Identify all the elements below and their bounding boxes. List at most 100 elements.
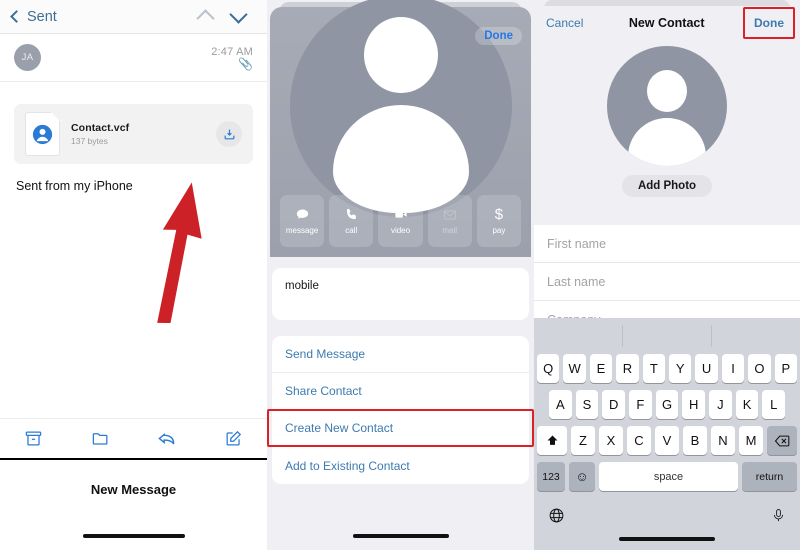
download-button[interactable] <box>216 121 242 147</box>
message-body: Contact.vcf 137 bytes Sent from my iPhon… <box>0 82 267 193</box>
option-share-contact[interactable]: Share Contact <box>272 373 529 410</box>
message-header-row: JA 2:47 AM 📎 <box>0 34 267 82</box>
contact-avatar-placeholder[interactable] <box>607 46 727 166</box>
suggestion-slot-2[interactable] <box>623 318 711 354</box>
mail-toolbar <box>0 418 267 458</box>
action-message-label: message <box>285 226 319 235</box>
return-key[interactable]: return <box>742 462 797 491</box>
download-icon <box>224 129 234 139</box>
option-send-message[interactable]: Send Message <box>272 336 529 373</box>
option-share-contact-label: Share Contact <box>285 384 362 398</box>
mobile-number-field[interactable]: mobile <box>272 268 529 320</box>
key-t[interactable]: T <box>642 354 665 383</box>
key-y[interactable]: Y <box>669 354 692 383</box>
backspace-key[interactable] <box>767 426 797 455</box>
key-f[interactable]: F <box>629 390 652 419</box>
key-l[interactable]: L <box>762 390 786 419</box>
first-name-field[interactable]: First name <box>534 225 800 263</box>
panel-new-contact-form: Cancel New Contact Done Add Photo First … <box>534 0 800 550</box>
space-key[interactable]: space <box>599 462 738 491</box>
action-pay[interactable]: $ pay <box>476 195 522 247</box>
chevron-up-icon[interactable] <box>196 9 215 28</box>
avatar-head-shape <box>647 70 687 112</box>
action-mail: mail <box>427 195 472 247</box>
mail-icon <box>443 209 456 220</box>
key-g[interactable]: G <box>655 390 679 419</box>
done-button-wrapper: Done <box>743 7 795 39</box>
key-x[interactable]: X <box>599 426 623 455</box>
chevron-left-icon <box>10 10 23 23</box>
key-d[interactable]: D <box>602 390 625 419</box>
keyboard-row-2: A S D F G H J K L <box>537 390 797 419</box>
page-title: New Contact <box>628 16 705 30</box>
key-q[interactable]: Q <box>536 354 560 383</box>
backspace-delete-icon <box>774 435 789 446</box>
key-h[interactable]: H <box>682 390 706 419</box>
folder-icon[interactable] <box>91 429 110 448</box>
red-arrow-annotation <box>157 182 202 323</box>
key-i[interactable]: I <box>721 354 745 383</box>
action-message[interactable]: message <box>280 195 325 247</box>
numbers-key[interactable]: 123 <box>537 462 565 491</box>
attachment-card[interactable]: Contact.vcf 137 bytes <box>14 104 253 164</box>
attachment-text-group: Contact.vcf 137 bytes <box>71 122 205 146</box>
key-o[interactable]: O <box>748 354 771 383</box>
suggestion-slot-1[interactable] <box>534 318 622 354</box>
key-a[interactable]: A <box>548 390 572 419</box>
archive-icon[interactable] <box>24 429 43 448</box>
key-c[interactable]: C <box>627 426 651 455</box>
phone-icon <box>346 208 356 220</box>
cancel-button[interactable]: Cancel <box>546 16 583 30</box>
back-label: Sent <box>27 8 57 25</box>
microphone-icon[interactable] <box>771 507 786 529</box>
key-j[interactable]: J <box>709 390 732 419</box>
globe-language-icon[interactable] <box>548 507 565 529</box>
document-thumbnail <box>25 112 60 156</box>
key-v[interactable]: V <box>655 426 679 455</box>
attachment-filename: Contact.vcf <box>71 122 130 134</box>
key-u[interactable]: U <box>695 354 718 383</box>
key-w[interactable]: W <box>563 354 586 383</box>
key-r[interactable]: R <box>616 354 639 383</box>
option-create-new-contact-label: Create New Contact <box>285 421 394 435</box>
key-n[interactable]: N <box>711 426 735 455</box>
keyboard-row-1: Q W E R T Y U I O P <box>536 354 798 383</box>
shift-up-arrow-icon <box>547 435 557 445</box>
option-create-new-contact[interactable]: Create New Contact <box>267 409 534 447</box>
avatar-head-shape <box>363 17 438 93</box>
video-icon <box>394 211 407 218</box>
back-to-sent-button[interactable]: Sent <box>10 8 57 25</box>
quick-actions-bar: message call video mail $ pay <box>280 195 522 247</box>
key-m[interactable]: M <box>739 426 763 455</box>
new-message-sheet: New Message <box>0 458 267 550</box>
message-meta: 2:47 AM 📎 <box>211 46 253 70</box>
suggestion-slot-3[interactable] <box>712 318 800 354</box>
action-call-label: call <box>345 226 358 235</box>
action-call[interactable]: call <box>329 195 374 247</box>
chevron-down-icon[interactable] <box>229 4 248 24</box>
add-photo-button[interactable]: Add Photo <box>621 175 713 197</box>
last-name-placeholder: Last name <box>547 274 606 289</box>
reply-icon[interactable] <box>157 429 176 448</box>
done-highlight-box <box>743 7 795 39</box>
key-z[interactable]: Z <box>571 426 595 455</box>
avatar: JA <box>14 44 41 71</box>
option-send-message-label: Send Message <box>285 347 366 361</box>
key-k[interactable]: K <box>735 390 759 419</box>
action-video[interactable]: video <box>378 195 423 247</box>
home-indicator <box>82 534 185 538</box>
done-button[interactable]: Done <box>475 27 522 45</box>
emoji-key[interactable]: ☺ <box>569 462 595 491</box>
new-contact-navbar: Cancel New Contact Done <box>534 6 800 40</box>
key-p[interactable]: P <box>774 354 798 383</box>
pay-icon: $ <box>494 206 504 223</box>
home-indicator <box>619 537 715 541</box>
option-add-to-existing-contact[interactable]: Add to Existing Contact <box>272 447 529 484</box>
key-e[interactable]: E <box>589 354 613 383</box>
key-s[interactable]: S <box>575 390 599 419</box>
action-pay-label: pay <box>492 226 506 235</box>
last-name-field[interactable]: Last name <box>534 263 800 301</box>
key-b[interactable]: B <box>683 426 707 455</box>
compose-icon[interactable] <box>224 429 243 448</box>
shift-key[interactable] <box>537 426 567 455</box>
